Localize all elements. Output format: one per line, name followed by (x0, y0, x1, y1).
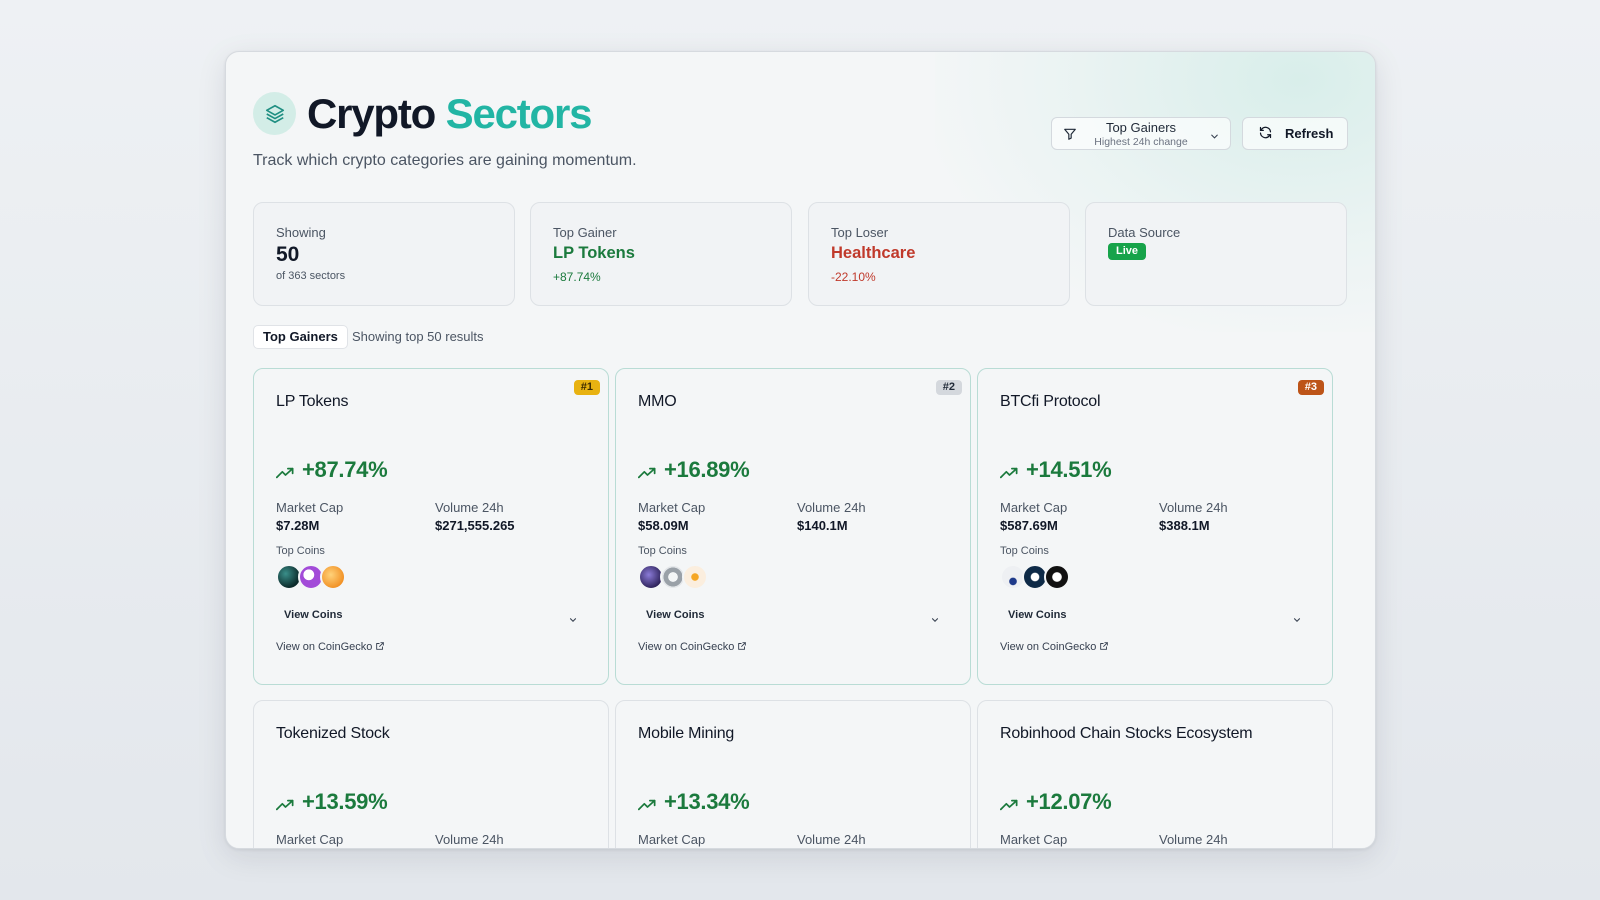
external-link-icon (1100, 642, 1109, 650)
view-coins-toggle[interactable]: View Coins (1000, 603, 1310, 629)
market-cap-label: Market Cap (638, 500, 706, 515)
sector-name: LP Tokens (276, 393, 349, 410)
view-coins-label: View Coins (646, 609, 705, 621)
coingecko-link[interactable]: View on CoinGecko (276, 641, 385, 653)
trending-up-icon (637, 798, 657, 816)
sector-change-pct: +13.34% (664, 789, 750, 814)
market-cap-value: $7.28M (276, 518, 320, 533)
results-count-text: Showing top 50 results (352, 329, 484, 344)
sort-filter-label: Top Gainers (1105, 120, 1177, 135)
top-gainer-name: LP Tokens (553, 244, 635, 262)
stat-sub: of 363 sectors (276, 270, 346, 282)
volume-label: Volume 24h (435, 832, 504, 847)
view-coins-label: View Coins (284, 609, 343, 621)
sector-name: Tokenized Stock (276, 725, 390, 742)
volume-value: $388.1M (1159, 518, 1210, 533)
trending-up-icon (637, 466, 657, 484)
sector-change-pct: +14.51% (1026, 457, 1112, 482)
refresh-button[interactable]: Refresh (1242, 117, 1348, 150)
volume-label: Volume 24h (1159, 832, 1228, 847)
stat-showing: Showing 50 of 363 sectors (253, 202, 515, 306)
app-window: Crypto Sectors Track which crypto catego… (225, 51, 1376, 849)
coingecko-link-label: View on CoinGecko (638, 641, 735, 653)
sector-card[interactable]: BTCfi Protocol #3 +14.51% Market Cap Vol… (977, 368, 1333, 685)
sector-card[interactable]: Tokenized Stock +13.59% Market Cap Volum… (253, 700, 609, 848)
market-cap-value: $58.09M (638, 518, 689, 533)
title-word-1: Crypto (307, 90, 436, 137)
page-title: Crypto Sectors (307, 90, 593, 138)
coingecko-link[interactable]: View on CoinGecko (1000, 641, 1109, 653)
rank-badge: #3 (1297, 380, 1324, 395)
sector-name: Mobile Mining (638, 725, 735, 742)
coin-avatar[interactable] (320, 564, 346, 590)
live-badge: Live (1108, 243, 1147, 260)
stat-label: Top Gainer (553, 225, 617, 240)
sector-change-pct: +12.07% (1026, 789, 1112, 814)
rank-badge: #1 (573, 380, 600, 395)
stat-data-source: Data Source Live (1085, 202, 1347, 306)
top-loser-pct: -22.10% (831, 270, 876, 284)
coingecko-link-label: View on CoinGecko (276, 641, 373, 653)
view-coins-toggle[interactable]: View Coins (276, 603, 586, 629)
sector-card[interactable]: LP Tokens #1 +87.74% Market Cap Volume 2… (253, 368, 609, 685)
title-word-2: Sectors (445, 90, 593, 137)
trending-up-icon (999, 798, 1019, 816)
trending-up-icon (275, 466, 295, 484)
view-coins-label: View Coins (1008, 609, 1067, 621)
top-coins-label: Top Coins (638, 545, 687, 557)
market-cap-label: Market Cap (638, 832, 706, 847)
volume-label: Volume 24h (797, 832, 866, 847)
market-cap-label: Market Cap (276, 832, 344, 847)
tab-top-gainers[interactable]: Top Gainers (253, 325, 348, 349)
top-coins-label: Top Coins (276, 545, 325, 557)
stat-top-gainer: Top Gainer LP Tokens +87.74% (530, 202, 792, 306)
market-cap-value: $587.69M (1000, 518, 1058, 533)
market-cap-label: Market Cap (1000, 500, 1068, 515)
volume-value: $140.1M (797, 518, 848, 533)
stat-top-loser: Top Loser Healthcare -22.10% (808, 202, 1070, 306)
sector-change-pct: +87.74% (302, 457, 388, 482)
stat-label: Showing (276, 225, 326, 240)
coingecko-link-label: View on CoinGecko (1000, 641, 1097, 653)
rank-badge: #2 (935, 380, 962, 395)
refresh-icon (1258, 125, 1273, 143)
stat-label: Top Loser (831, 225, 889, 240)
volume-label: Volume 24h (435, 500, 504, 515)
page-subtitle: Track which crypto categories are gainin… (253, 152, 637, 169)
sector-name: MMO (638, 393, 677, 410)
trending-up-icon (999, 466, 1019, 484)
external-link-icon (376, 642, 385, 650)
trending-up-icon (275, 798, 295, 816)
sector-card[interactable]: Mobile Mining +13.34% Market Cap Volume … (615, 700, 971, 848)
sort-filter-sublabel: Highest 24h change (1094, 136, 1188, 148)
volume-label: Volume 24h (1159, 500, 1228, 515)
layers-icon (253, 92, 296, 135)
chevron-down-icon (1292, 612, 1302, 630)
sector-card[interactable]: Robinhood Chain Stocks Ecosystem +12.07%… (977, 700, 1333, 848)
sector-name: Robinhood Chain Stocks Ecosystem (1000, 725, 1253, 742)
sector-change-pct: +16.89% (664, 457, 750, 482)
coin-avatar[interactable] (682, 564, 708, 590)
chevron-down-icon (930, 612, 940, 630)
volume-label: Volume 24h (797, 500, 866, 515)
coin-avatar[interactable] (1044, 564, 1070, 590)
market-cap-label: Market Cap (276, 500, 344, 515)
external-link-icon (738, 642, 747, 650)
top-gainer-pct: +87.74% (553, 270, 601, 284)
top-loser-name: Healthcare (831, 244, 916, 262)
sector-change-pct: +13.59% (302, 789, 388, 814)
sort-filter-dropdown[interactable]: Top Gainers Highest 24h change (1051, 117, 1231, 150)
stat-value: 50 (276, 243, 300, 266)
refresh-label: Refresh (1285, 126, 1334, 141)
sector-card[interactable]: MMO #2 +16.89% Market Cap Volume 24h $58… (615, 368, 971, 685)
coingecko-link[interactable]: View on CoinGecko (638, 641, 747, 653)
view-coins-toggle[interactable]: View Coins (638, 603, 948, 629)
stat-label: Data Source (1108, 225, 1181, 240)
sector-name: BTCfi Protocol (1000, 393, 1101, 410)
market-cap-label: Market Cap (1000, 832, 1068, 847)
chevron-down-icon (568, 612, 578, 630)
chevron-down-icon (1209, 129, 1220, 147)
top-coins-label: Top Coins (1000, 545, 1049, 557)
volume-value: $271,555.265 (435, 518, 515, 533)
